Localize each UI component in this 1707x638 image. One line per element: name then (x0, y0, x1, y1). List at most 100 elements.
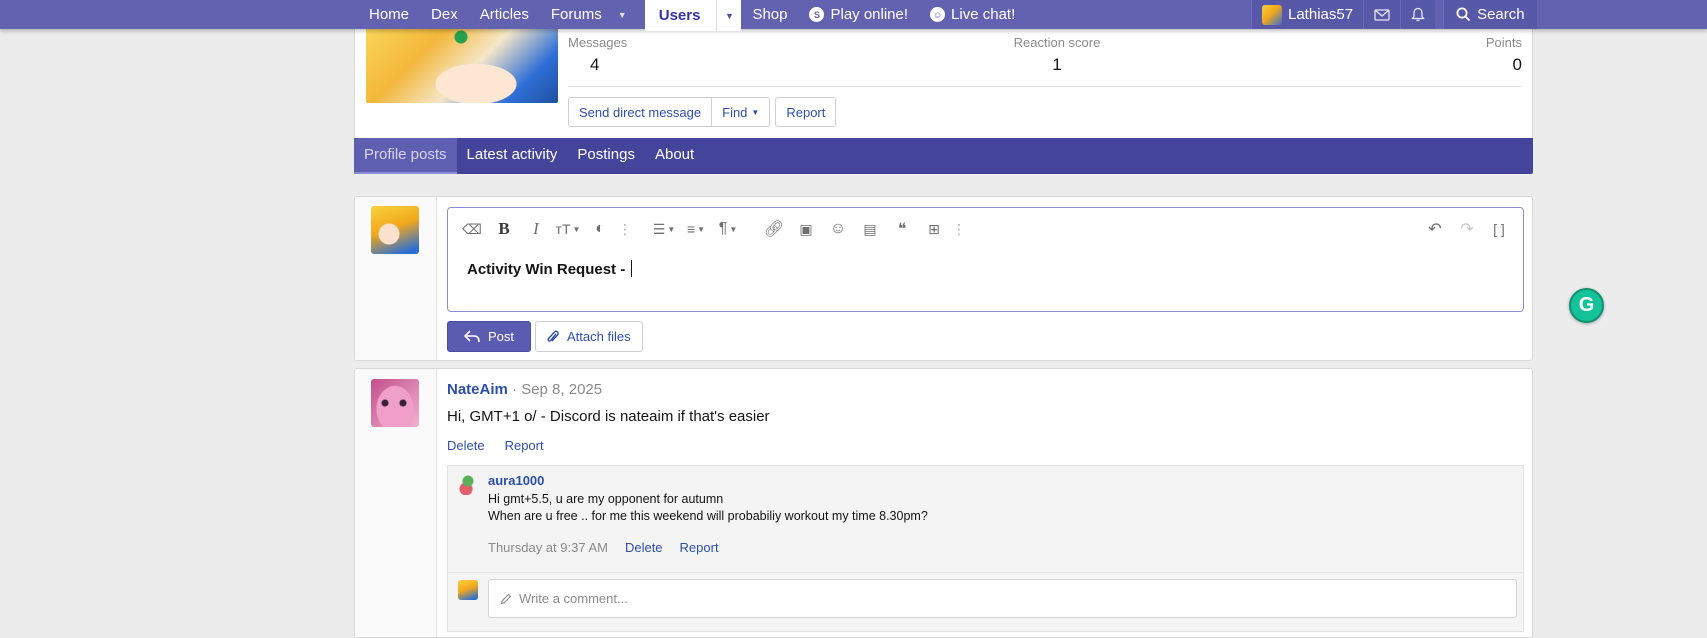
post-header: NateAim · Sep 8, 2025 (447, 381, 602, 398)
account-menu[interactable]: Lathias57 (1251, 0, 1364, 29)
nav-tab-articles[interactable]: Articles (469, 0, 540, 29)
grammarly-icon[interactable]: G (1569, 288, 1604, 323)
avatar[interactable] (371, 379, 419, 427)
stat-value: 0 (1512, 55, 1522, 74)
editor-toolbar: ⌫ B I тT ▼ ◐ ⋮ ☰ ▼ ≡ ▼ ¶ ▼ 🔗︎ ▣ ☺ ▤ ❝ ⊞ ⋮ ↶ … (456, 216, 1515, 242)
comment-line: Hi gmt+5.5, u are my opponent for autumn (488, 492, 724, 506)
search-icon (1456, 7, 1471, 22)
chevron-down-icon: ▼ (751, 107, 760, 117)
inbox-button[interactable] (1363, 0, 1401, 29)
profile-avatar[interactable] (366, 29, 558, 103)
avatar (458, 580, 478, 600)
link-icon[interactable]: 🔗︎ (758, 216, 790, 242)
avatar (1262, 4, 1282, 25)
italic-icon[interactable]: I (520, 216, 552, 242)
nav-tab-home[interactable]: Home (358, 0, 420, 29)
divider (568, 86, 1522, 87)
nav-tab-label: Users (658, 6, 701, 24)
pencil-icon (500, 593, 512, 604)
post-author[interactable]: NateAim (447, 381, 508, 398)
toggle-bbcode-icon[interactable]: [ ] (1483, 216, 1515, 242)
nav-tab-label: Home (369, 5, 410, 23)
avatar[interactable] (371, 206, 419, 254)
tab-latest-activity[interactable]: Latest activity (457, 138, 568, 174)
redo-icon[interactable]: ↷ (1451, 216, 1483, 242)
stat-label: Points (1485, 35, 1522, 50)
post-button[interactable]: Post (447, 321, 532, 352)
align-icon[interactable]: ≡ ▼ (680, 216, 712, 242)
media-icon[interactable]: ▤ (854, 216, 886, 242)
post-avatar-column (355, 369, 437, 637)
report-button[interactable]: Report (775, 97, 837, 127)
rich-text-editor[interactable]: ⌫ B I тT ▼ ◐ ⋮ ☰ ▼ ≡ ▼ ¶ ▼ 🔗︎ ▣ ☺ ▤ ❝ ⊞ ⋮ ↶ … (447, 207, 1524, 312)
separator: · (512, 381, 522, 398)
stat-value: 4 (590, 55, 600, 74)
editor-content[interactable]: Activity Win Request - (467, 260, 633, 278)
stat-label: Messages (568, 35, 628, 50)
alerts-button[interactable] (1400, 0, 1436, 29)
stat-reaction-score: Reaction score 1 (1012, 35, 1102, 75)
paragraph-icon[interactable]: ¶ ▼ (712, 216, 744, 242)
stat-messages: Messages 4 (568, 35, 627, 75)
more-options-icon[interactable]: ⋮ (950, 216, 968, 242)
undo-icon[interactable]: ↶ (1419, 216, 1451, 242)
comment-input[interactable]: Write a comment... (488, 579, 1517, 618)
profile-tabs: Profile posts Latest activity Postings A… (354, 138, 1533, 174)
search-button[interactable]: Search (1443, 0, 1537, 29)
post-actions: Delete Report (447, 438, 544, 453)
chevron-down-icon[interactable]: ▼ (618, 1, 634, 29)
more-options-icon[interactable]: ⋮ (616, 216, 634, 242)
nav-tab-live-chat[interactable]: ☺ Live chat! (919, 0, 1026, 29)
avatar[interactable] (458, 475, 478, 495)
nav-tab-shop[interactable]: Shop (741, 0, 798, 29)
nav-tab-label: Articles (479, 5, 529, 23)
stat-points: Points 0 (1486, 35, 1522, 75)
comment-time[interactable]: Thursday at 9:37 AM (488, 540, 608, 555)
tab-profile-posts[interactable]: Profile posts (354, 138, 457, 174)
tab-postings[interactable]: Postings (567, 138, 645, 174)
nav-tab-users[interactable]: Users ▼ (644, 0, 742, 31)
report-link[interactable]: Report (680, 540, 719, 555)
comment-body: Hi gmt+5.5, u are my opponent for autumn… (488, 491, 928, 525)
composer-avatar-column (355, 197, 437, 360)
tab-about[interactable]: About (645, 138, 704, 174)
list-icon[interactable]: ☰ ▼ (648, 216, 680, 242)
profile-post: NateAim · Sep 8, 2025 Hi, GMT+1 o/ - Dis… (354, 368, 1533, 638)
nav-tab-forums[interactable]: Forums ▼ (540, 0, 645, 29)
attach-files-button[interactable]: Attach files (535, 321, 643, 352)
composer-actions: Post Attach files (447, 321, 643, 352)
showdown-icon: S (809, 7, 825, 22)
text-size-icon[interactable]: тT ▼ (552, 216, 584, 242)
delete-link[interactable]: Delete (447, 438, 485, 453)
nav-tab-play-online[interactable]: S Play online! (798, 0, 919, 29)
comment: aura1000 Hi gmt+5.5, u are my opponent f… (447, 465, 1524, 572)
nav-tab-label: Dex (431, 5, 458, 23)
table-icon[interactable]: ⊞ (918, 216, 950, 242)
nav-tab-label: Forums (550, 5, 602, 23)
bold-icon[interactable]: B (488, 216, 520, 242)
nav-tab-label: Shop (752, 5, 788, 23)
stat-value: 1 (1052, 55, 1062, 74)
username: Lathias57 (1288, 6, 1354, 23)
post-date[interactable]: Sep 8, 2025 (521, 381, 602, 398)
comment-author[interactable]: aura1000 (488, 473, 544, 488)
delete-link[interactable]: Delete (625, 540, 663, 555)
envelope-icon (1374, 8, 1390, 21)
send-direct-message-button[interactable]: Send direct message (568, 97, 713, 127)
comment-meta: Thursday at 9:37 AM Delete Report (488, 540, 719, 555)
eraser-icon[interactable]: ⌫ (456, 216, 488, 242)
discord-icon: ☺ (930, 7, 946, 22)
image-icon[interactable]: ▣ (790, 216, 822, 242)
emoji-icon[interactable]: ☺ (822, 216, 854, 242)
report-link[interactable]: Report (505, 438, 544, 453)
palette-icon[interactable]: ◐ (584, 216, 616, 242)
find-button[interactable]: Find ▼ (712, 97, 771, 127)
nav-tab-label: Live chat! (951, 5, 1016, 23)
dm-find-group: Send direct message Find ▼ (568, 97, 771, 127)
quote-icon[interactable]: ❝ (886, 216, 918, 242)
write-comment-row: Write a comment... (447, 572, 1524, 632)
chevron-down-icon[interactable]: ▼ (716, 0, 741, 31)
nav-tab-label: Play online! (830, 5, 909, 23)
find-label: Find (722, 104, 748, 120)
nav-tab-dex[interactable]: Dex (420, 0, 469, 29)
